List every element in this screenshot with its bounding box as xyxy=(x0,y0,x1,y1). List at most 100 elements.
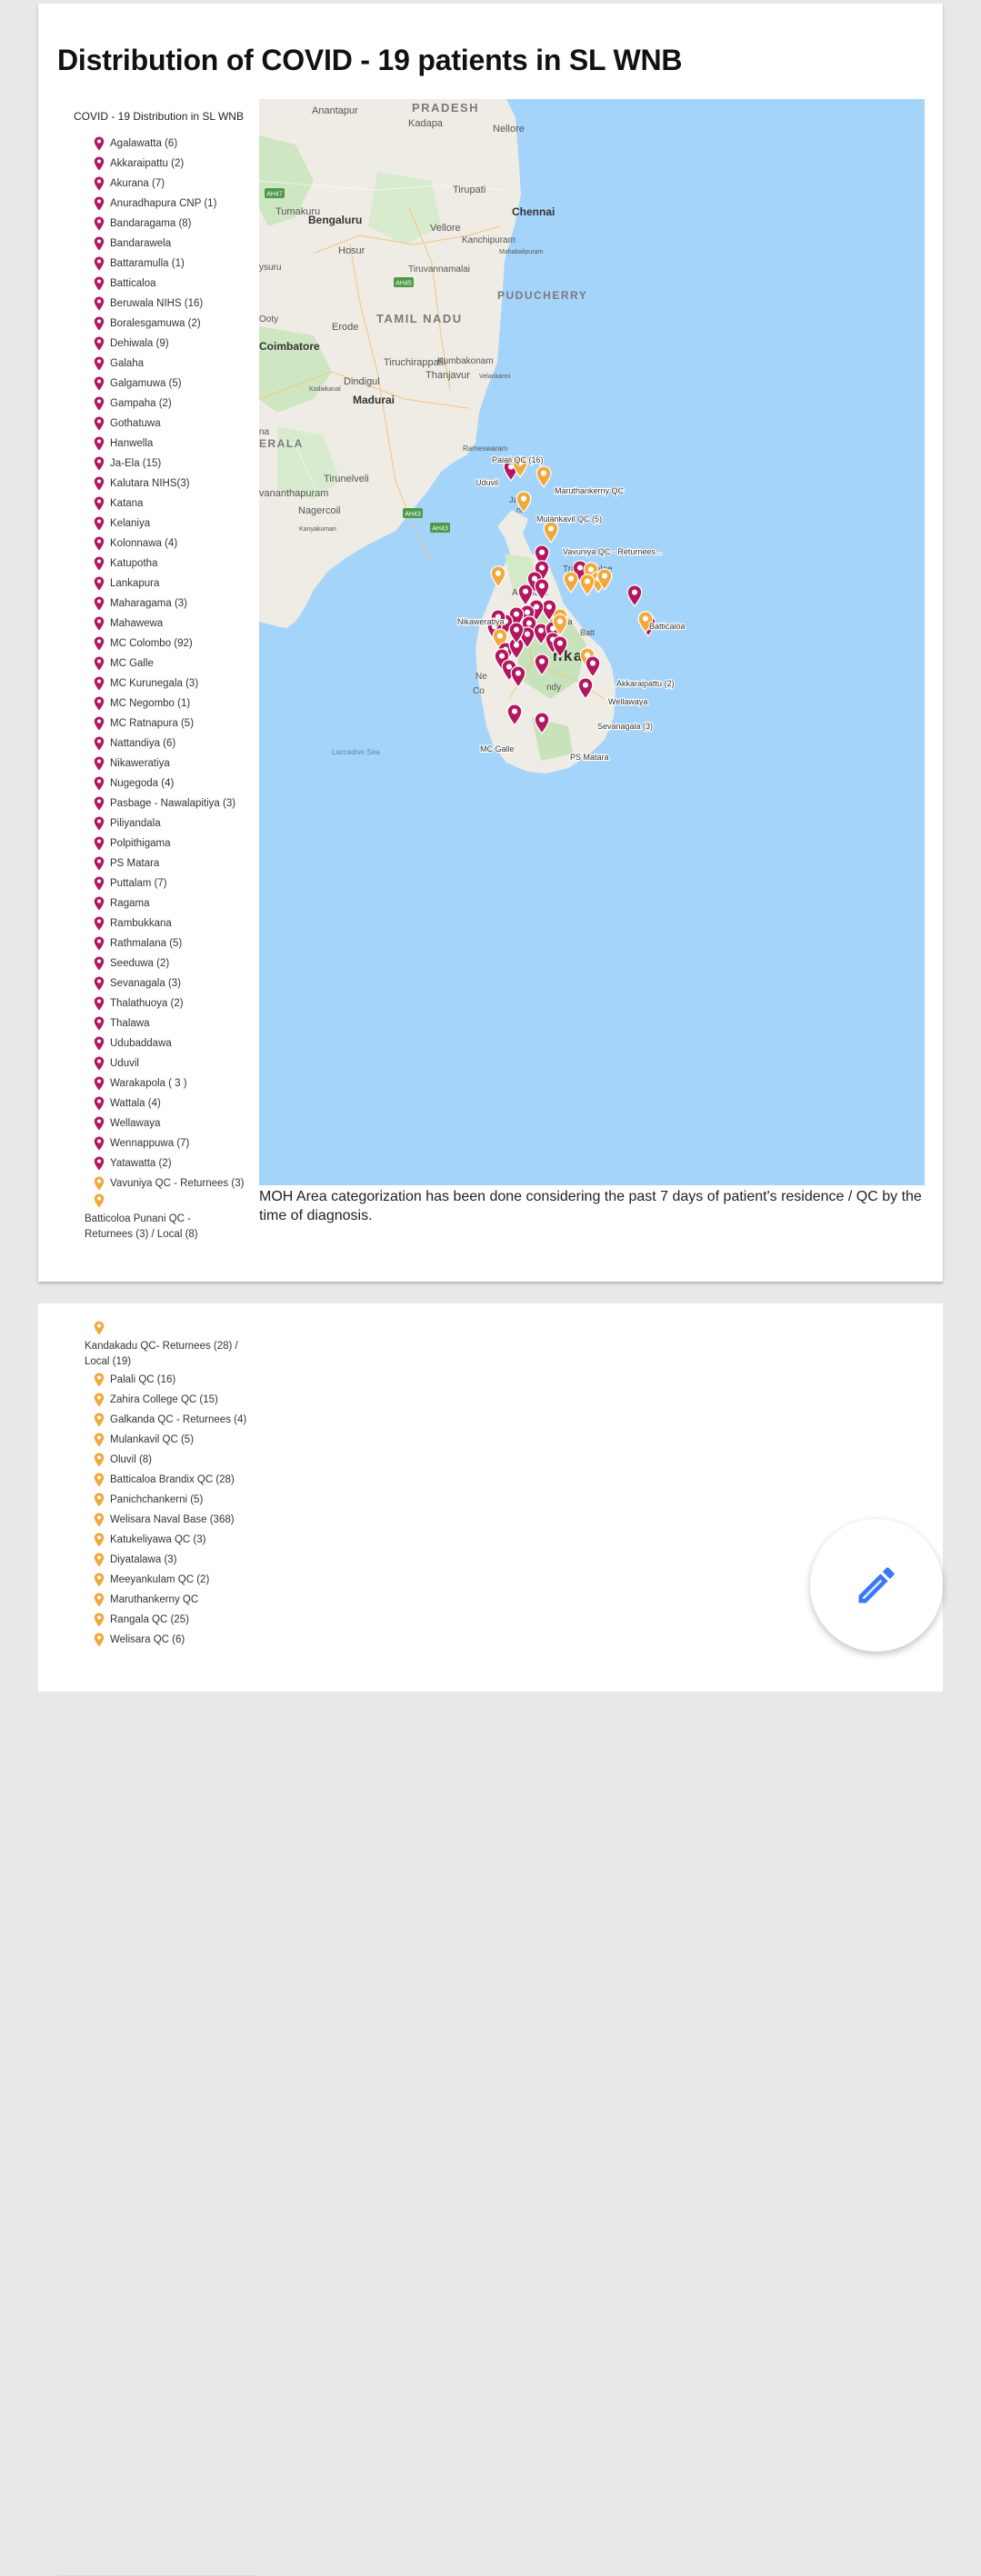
legend-item[interactable]: Puttalam (7) xyxy=(94,874,244,894)
legend-item[interactable]: Wellawaya xyxy=(94,1113,244,1133)
map-place-label: Dindigul xyxy=(344,376,380,387)
legend-item[interactable]: Katupotha xyxy=(94,554,244,574)
map-marker-icon xyxy=(94,596,105,611)
legend-item[interactable]: Batticaloa Brandix QC (28) xyxy=(94,1470,246,1490)
map-place-label: Kanchipuram xyxy=(462,235,516,245)
map-marker-orange-icon xyxy=(94,1453,105,1467)
legend-item[interactable]: Galaha xyxy=(94,354,244,374)
legend-item[interactable]: Palali QC (16) xyxy=(94,1370,246,1390)
map-marker-icon xyxy=(94,1036,105,1051)
legend-item[interactable]: Vavuniya QC - Returnees (3) xyxy=(94,1173,244,1193)
legend-item[interactable]: Meeyankulam QC (2) xyxy=(94,1570,246,1590)
legend-item[interactable]: Maharagama (3) xyxy=(94,594,244,614)
legend-item[interactable]: Thalawa xyxy=(94,1013,244,1033)
legend-item[interactable]: Beruwala NIHS (16) xyxy=(94,294,244,314)
legend-item[interactable]: Thalathuoya (2) xyxy=(94,993,244,1013)
legend-item[interactable]: Agalawatta (6) xyxy=(94,134,244,154)
legend-item[interactable]: Galkanda QC - Returnees (4) xyxy=(94,1410,246,1430)
map-pin-label: Uduvil xyxy=(475,478,498,487)
legend-item[interactable]: Gothatuwa xyxy=(94,414,244,434)
legend-item[interactable]: Rathmalana (5) xyxy=(94,934,244,954)
map-place-label: Madurai xyxy=(353,394,395,406)
legend-item[interactable]: Panichchankerni (5) xyxy=(94,1490,246,1510)
legend-item[interactable]: Kandakadu QC- Returnees (28) / Local (19… xyxy=(85,1321,239,1370)
legend-item[interactable]: Mulankavil QC (5) xyxy=(94,1430,246,1450)
legend-item[interactable]: Maruthankerny QC xyxy=(94,1590,246,1610)
legend-item[interactable]: Welisara Naval Base (368) xyxy=(94,1510,246,1530)
legend-item[interactable]: Ja-Ela (15) xyxy=(94,454,244,474)
legend-item[interactable]: Gampaha (2) xyxy=(94,394,244,414)
map-marker-orange-icon xyxy=(94,1193,105,1208)
legend-item[interactable]: Uduvil xyxy=(94,1053,244,1073)
legend-item[interactable]: Bandaragama (8) xyxy=(94,214,244,234)
map-canvas[interactable]: AH47 AH45 AH43 AH43 Anantapur PRADESH Kadapa N… xyxy=(259,99,925,1185)
legend-item[interactable]: Batticoloa Punani QC - Returnees (3) / L… xyxy=(85,1193,239,1243)
highway-badge: AH45 xyxy=(394,277,414,287)
legend-item[interactable]: MC Colombo (92) xyxy=(94,634,244,654)
legend-item[interactable]: Diyatalawa (3) xyxy=(94,1550,246,1570)
legend-item[interactable]: Piliyandala xyxy=(94,814,244,834)
legend-item[interactable]: Hanwella xyxy=(94,434,244,454)
legend-item[interactable]: Katana xyxy=(94,494,244,514)
legend-item[interactable]: Akurana (7) xyxy=(94,174,244,194)
edit-button[interactable] xyxy=(810,1519,943,1652)
legend-item[interactable]: MC Negombo (1) xyxy=(94,694,244,714)
legend-item[interactable]: Welisara QC (6) xyxy=(94,1630,246,1650)
legend-item[interactable]: Akkaraipattu (2) xyxy=(94,154,244,174)
map-place-label: Vellore xyxy=(430,223,461,234)
legend-item[interactable]: MC Galle xyxy=(94,654,244,674)
legend-item[interactable]: Anuradhapura CNP (1) xyxy=(94,194,244,214)
map-marker-icon xyxy=(94,1096,105,1111)
legend-item-label: Katana xyxy=(110,498,144,509)
map-place-label: TAMIL NADU xyxy=(376,312,463,325)
legend-item-label: Diyatalawa (3) xyxy=(110,1554,177,1565)
map-pin-label: MC Galle xyxy=(480,744,515,754)
map-view[interactable]: AH47 AH45 AH43 AH43 Anantapur PRADESH Kadapa N… xyxy=(259,99,925,1185)
legend-item[interactable]: Yatawatta (2) xyxy=(94,1153,244,1173)
map-marker-icon xyxy=(94,316,105,331)
legend-item[interactable]: Warakapola ( 3 ) xyxy=(94,1073,244,1093)
legend-item[interactable]: Kolonnawa (4) xyxy=(94,534,244,554)
legend-item[interactable]: Sevanagala (3) xyxy=(94,973,244,993)
legend-item[interactable]: Wattala (4) xyxy=(94,1093,244,1113)
legend-item[interactable]: Rangala QC (25) xyxy=(94,1610,246,1630)
legend-item[interactable]: Battaramulla (1) xyxy=(94,254,244,274)
legend-item[interactable]: MC Ratnapura (5) xyxy=(94,714,244,734)
legend-item[interactable]: Ragama xyxy=(94,894,244,914)
legend-item[interactable]: Wennappuwa (7) xyxy=(94,1133,244,1153)
legend-item-label: Udubaddawa xyxy=(110,1038,172,1049)
map-place-label: Kanyakumari xyxy=(299,526,336,533)
legend-item[interactable]: Seeduwa (2) xyxy=(94,954,244,973)
legend-item-label: Puttalam (7) xyxy=(110,878,167,889)
legend-item[interactable]: Batticaloa xyxy=(94,274,244,294)
map-place-label: Kodaikanal xyxy=(309,386,341,393)
legend-item[interactable]: Rambukkana xyxy=(94,914,244,934)
legend-item[interactable]: Kalutara NIHS(3) xyxy=(94,474,244,494)
legend-item[interactable]: Zahira College QC (15) xyxy=(94,1390,246,1410)
legend-item[interactable]: Mahawewa xyxy=(94,614,244,634)
legend-item[interactable]: Udubaddawa xyxy=(94,1033,244,1053)
legend-item[interactable]: Dehiwala (9) xyxy=(94,334,244,354)
legend-item[interactable]: Boralesgamuwa (2) xyxy=(94,314,244,334)
legend-item[interactable]: Oluvil (8) xyxy=(94,1450,246,1470)
legend-item[interactable]: Katukeliyawa QC (3) xyxy=(94,1530,246,1550)
legend-item[interactable]: PS Matara xyxy=(94,854,244,874)
legend-item-label: Oluvil (8) xyxy=(110,1454,153,1465)
legend-item-label: Akkaraipattu (2) xyxy=(110,158,185,169)
legend-item[interactable]: Lankapura xyxy=(94,574,244,594)
legend-item[interactable]: Kelaniya xyxy=(94,514,244,534)
legend-item[interactable]: Bandarawela xyxy=(94,234,244,254)
map-marker-icon xyxy=(94,916,105,931)
map-pin-label: Mulankavil QC (5) xyxy=(536,514,602,524)
legend-item[interactable]: Galgamuwa (5) xyxy=(94,374,244,394)
legend-item[interactable]: Nugegoda (4) xyxy=(94,774,244,794)
legend-item[interactable]: Pasbage - Nawalapitiya (3) xyxy=(94,794,244,814)
legend-item-label: Nattandiya (6) xyxy=(110,738,176,749)
legend-item[interactable]: MC Kurunegala (3) xyxy=(94,674,244,694)
legend-item[interactable]: Nattandiya (6) xyxy=(94,734,244,754)
map-marker-icon xyxy=(94,336,105,351)
legend-item[interactable]: Nikaweratiya xyxy=(94,754,244,774)
legend-item-label: PS Matara xyxy=(110,858,160,869)
legend-item[interactable]: Polpithigama xyxy=(94,834,244,854)
map-caption: MOH Area categorization has been done co… xyxy=(259,1189,922,1223)
